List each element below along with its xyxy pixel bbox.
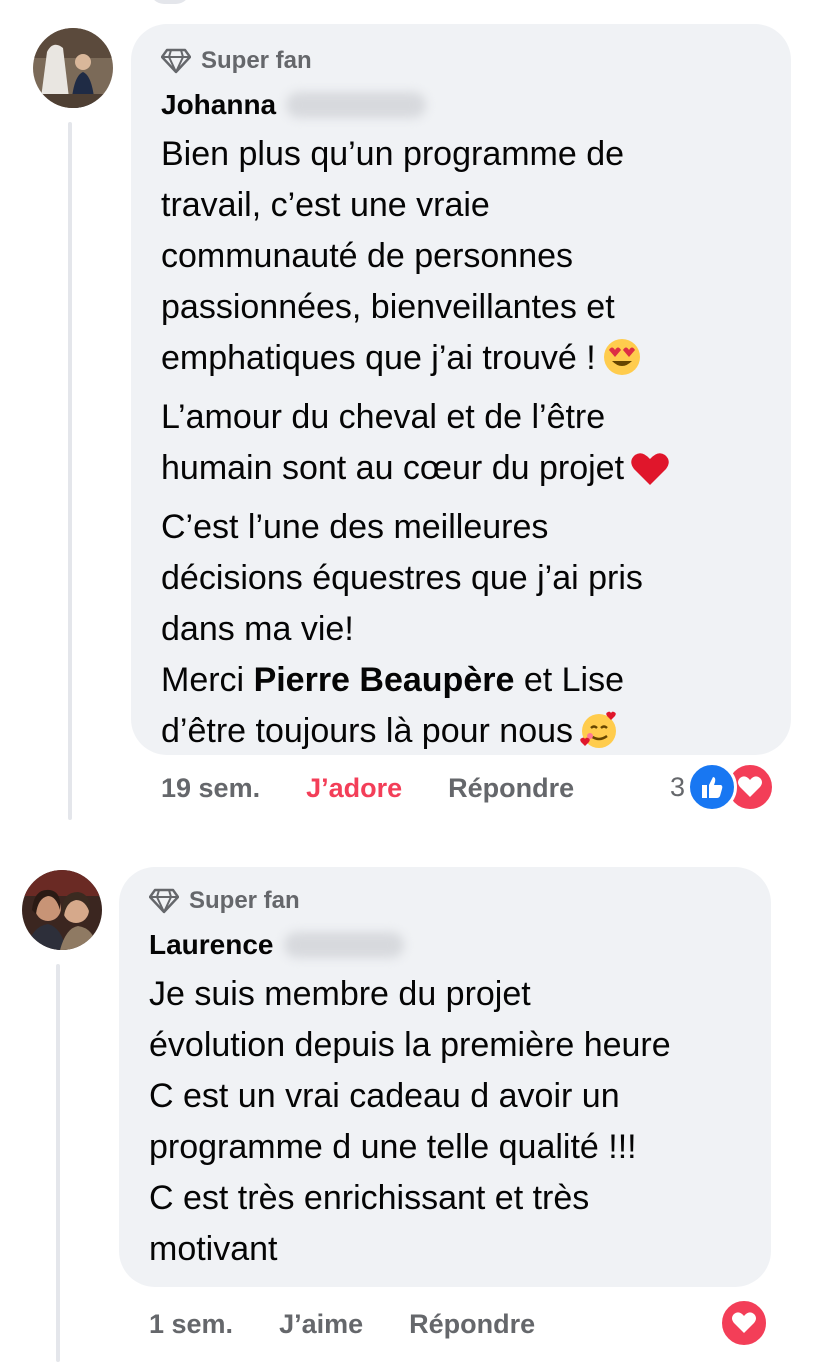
avatar[interactable] (33, 28, 113, 108)
heart-icon (738, 776, 763, 797)
comment-author[interactable]: Johanna (161, 85, 761, 125)
comment-author[interactable]: Laurence (149, 925, 741, 965)
reaction-summary[interactable]: 3 (670, 762, 776, 812)
super-fan-badge: Super fan (161, 43, 761, 79)
heart-icon (732, 1312, 756, 1333)
comment-actions: 19 sem. J’adore Répondre (161, 766, 620, 810)
thread-line (68, 122, 72, 820)
comment-text: Bien plus qu’un programme de travail, c’… (161, 129, 761, 765)
thread-line (56, 964, 60, 1362)
reply-button[interactable]: Répondre (409, 1309, 535, 1340)
super-fan-badge: Super fan (149, 883, 741, 919)
like-reaction-icon (687, 762, 738, 812)
diamond-icon (149, 888, 179, 914)
avatar[interactable] (22, 870, 102, 950)
comment-time[interactable]: 1 sem. (149, 1309, 233, 1340)
blurred-surname (286, 92, 427, 118)
heart-eyes-emoji (602, 337, 642, 392)
blurred-surname (283, 932, 404, 958)
react-button[interactable]: J’aime (279, 1309, 363, 1340)
reply-button[interactable]: Répondre (448, 773, 574, 804)
previous-item-edge (150, 0, 190, 4)
author-name[interactable]: Laurence (149, 929, 274, 961)
comment-time[interactable]: 19 sem. (161, 773, 260, 804)
comment-bubble: Super fan Johanna Bien plus qu’un progra… (131, 24, 791, 755)
comment-text: Je suis membre du projet évolution depui… (149, 975, 671, 1268)
badge-label: Super fan (201, 47, 312, 74)
smiling-face-with-hearts-emoji (579, 710, 621, 765)
reaction-summary[interactable] (719, 1298, 769, 1348)
mention-link[interactable]: Pierre Beaupère (254, 661, 515, 699)
comment-bubble: Super fan Laurence Je suis membre du pro… (119, 867, 771, 1287)
react-button[interactable]: J’adore (306, 773, 402, 804)
badge-label: Super fan (189, 887, 300, 914)
thumbs-up-icon (702, 777, 723, 798)
comment-text-part: Bien plus qu’un programme de travail, c’… (161, 135, 625, 377)
diamond-icon (161, 48, 191, 74)
author-name[interactable]: Johanna (161, 89, 276, 121)
reaction-count: 3 (670, 771, 686, 802)
comment-actions: 1 sem. J’aime Répondre (149, 1302, 581, 1346)
love-reaction-icon (719, 1298, 769, 1348)
red-heart-emoji (630, 451, 670, 502)
comment-text-part: L’amour du cheval et de l’être humain so… (161, 398, 625, 487)
